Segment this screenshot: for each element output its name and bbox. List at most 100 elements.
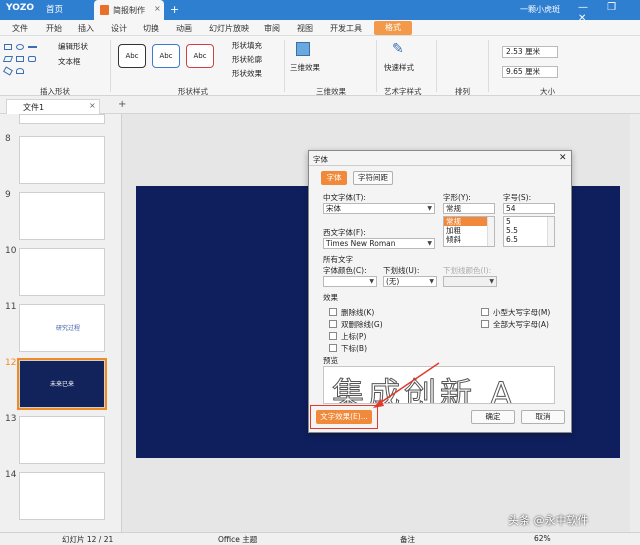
- small-caps-label: 小型大写字母(M): [493, 308, 551, 317]
- quick-style-button[interactable]: 快速样式: [384, 62, 414, 73]
- menu-transition[interactable]: 切换: [143, 23, 159, 34]
- cn-font-select[interactable]: 宋体 ▼: [323, 203, 435, 214]
- ribbon-separator: [284, 40, 285, 92]
- menu-insert[interactable]: 插入: [78, 23, 94, 34]
- font-style-list[interactable]: 常规 加粗 倾斜: [443, 216, 495, 247]
- superscript-checkbox[interactable]: [329, 332, 337, 340]
- small-caps-checkbox[interactable]: [481, 308, 489, 316]
- parallelogram-shape-icon[interactable]: [2, 56, 14, 62]
- subscript-checkbox[interactable]: [329, 344, 337, 352]
- add-document-button[interactable]: +: [118, 99, 126, 110]
- close-document-icon[interactable]: ×: [89, 101, 96, 110]
- slide-thumb-12[interactable]: 未来已来: [17, 358, 107, 410]
- home-tab[interactable]: 首页: [46, 3, 63, 15]
- underline-color-label: 下划线颜色(I):: [443, 266, 492, 275]
- font-size-list[interactable]: 5 5.5 6.5: [503, 216, 555, 247]
- rounded-rect-shape-icon[interactable]: [28, 56, 36, 62]
- menu-developer[interactable]: 开发工具: [330, 23, 362, 34]
- menu-animation[interactable]: 动画: [176, 23, 192, 34]
- shape-fill-button[interactable]: 形状填充: [232, 40, 262, 51]
- new-tab-button[interactable]: +: [170, 3, 179, 16]
- shape-height-input[interactable]: 2.53 厘米: [502, 46, 558, 58]
- rectangle-shape-icon[interactable]: [4, 44, 12, 50]
- slide-thumb-11[interactable]: 研究过程: [19, 304, 105, 352]
- menu-design[interactable]: 设计: [111, 23, 127, 34]
- arrow-head: [373, 399, 384, 408]
- shape-style-2[interactable]: Abc: [152, 44, 180, 68]
- dialog-close-icon[interactable]: ✕: [559, 153, 567, 163]
- font-size-input[interactable]: 54: [503, 203, 555, 214]
- ribbon-separator: [110, 40, 111, 92]
- effects-heading: 效果: [323, 293, 338, 302]
- close-tab-icon[interactable]: ×: [154, 4, 161, 13]
- slide-counter: 幻灯片 12 / 21: [62, 535, 114, 544]
- cn-font-label: 中文字体(T):: [323, 193, 366, 202]
- arrow-shape-icon[interactable]: [3, 66, 13, 76]
- line-shape-icon[interactable]: [28, 46, 37, 48]
- document-tab-file1[interactable]: 文件1 ×: [6, 99, 100, 114]
- slide-thumb-13[interactable]: [19, 416, 105, 464]
- shape-style-3[interactable]: Abc: [186, 44, 214, 68]
- menu-format[interactable]: 格式: [374, 21, 412, 35]
- ribbon-separator: [436, 40, 437, 92]
- shape-effect-button[interactable]: 形状效果: [232, 68, 262, 79]
- oval-shape-icon[interactable]: [16, 44, 24, 50]
- underline-select[interactable]: (无) ▼: [383, 276, 437, 287]
- font-color-select[interactable]: ▼: [323, 276, 377, 287]
- slide-thumb-8[interactable]: [19, 136, 105, 184]
- shape-outline-button[interactable]: 形状轮廓: [232, 54, 262, 65]
- tab-char-spacing[interactable]: 字符间距: [353, 171, 393, 185]
- slide-number: 9: [5, 190, 11, 200]
- slide-thumb-14[interactable]: [19, 472, 105, 520]
- chevron-down-icon: ▼: [429, 278, 434, 285]
- menu-review[interactable]: 审阅: [264, 23, 280, 34]
- shape-gallery[interactable]: [2, 42, 42, 80]
- west-font-select[interactable]: Times New Roman ▼: [323, 238, 435, 249]
- presentation-icon: [100, 5, 109, 15]
- text-effect-button[interactable]: 文字效果(E)...: [316, 410, 372, 424]
- zoom-level[interactable]: 62%: [534, 534, 551, 543]
- font-style-input[interactable]: 常规: [443, 203, 495, 214]
- double-strike-checkbox[interactable]: [329, 320, 337, 328]
- all-caps-checkbox[interactable]: [481, 320, 489, 328]
- slide-thumb-9[interactable]: [19, 192, 105, 240]
- document-tab[interactable]: 简报制作 ×: [94, 0, 164, 20]
- slide-thumb-7[interactable]: [19, 114, 105, 124]
- tab-font[interactable]: 字体: [321, 171, 347, 185]
- list-scrollbar[interactable]: [547, 217, 554, 246]
- app-logo: YOZO: [6, 3, 35, 13]
- font-style-label: 字形(Y):: [443, 193, 471, 202]
- shape-width-input[interactable]: 9.65 厘米: [502, 66, 558, 78]
- slide-thumb-10[interactable]: [19, 248, 105, 296]
- arc-shape-icon[interactable]: [16, 68, 24, 74]
- font-dialog[interactable]: 字体 ✕ 字体 字符间距 中文字体(T): 宋体 ▼ 西文字体(F): Times…: [308, 150, 572, 433]
- slide-number-active: 12: [5, 358, 17, 368]
- cancel-button[interactable]: 取消: [521, 410, 565, 424]
- list-scrollbar[interactable]: [487, 217, 494, 246]
- 3d-effect-button[interactable]: 三维效果: [290, 62, 320, 73]
- all-text-heading: 所有文字: [323, 255, 353, 264]
- cn-font-value: 宋体: [326, 204, 341, 213]
- strikethrough-checkbox[interactable]: [329, 308, 337, 316]
- theme-name: Office 主题: [218, 535, 258, 544]
- annotation-arrow: [373, 362, 440, 408]
- textbox-shape-icon[interactable]: [16, 56, 24, 62]
- shape-style-1[interactable]: Abc: [118, 44, 146, 68]
- chevron-down-icon: ▼: [427, 205, 432, 212]
- arrow-line: [376, 362, 440, 406]
- 3d-cube-icon[interactable]: [296, 42, 310, 56]
- slide-number: 13: [5, 414, 17, 424]
- art-text-icon[interactable]: ✎: [392, 42, 406, 56]
- edit-shape-button[interactable]: 编辑形状: [58, 41, 88, 52]
- menu-view[interactable]: 视图: [297, 23, 313, 34]
- menu-home[interactable]: 开始: [46, 23, 62, 34]
- ok-button[interactable]: 确定: [471, 410, 515, 424]
- slide-thumbnail-panel[interactable]: 8 9 10 11 研究过程 12 未来已来 13 14: [0, 114, 122, 532]
- dialog-title: 字体: [313, 155, 328, 164]
- menu-slideshow[interactable]: 幻灯片放映: [209, 23, 249, 34]
- menu-file[interactable]: 文件: [12, 23, 28, 34]
- notes-button[interactable]: 备注: [400, 534, 415, 545]
- vertical-scrollbar[interactable]: [630, 114, 640, 532]
- user-name[interactable]: 一颗小虎斑: [520, 4, 560, 15]
- textbox-button[interactable]: 文本框: [58, 56, 81, 67]
